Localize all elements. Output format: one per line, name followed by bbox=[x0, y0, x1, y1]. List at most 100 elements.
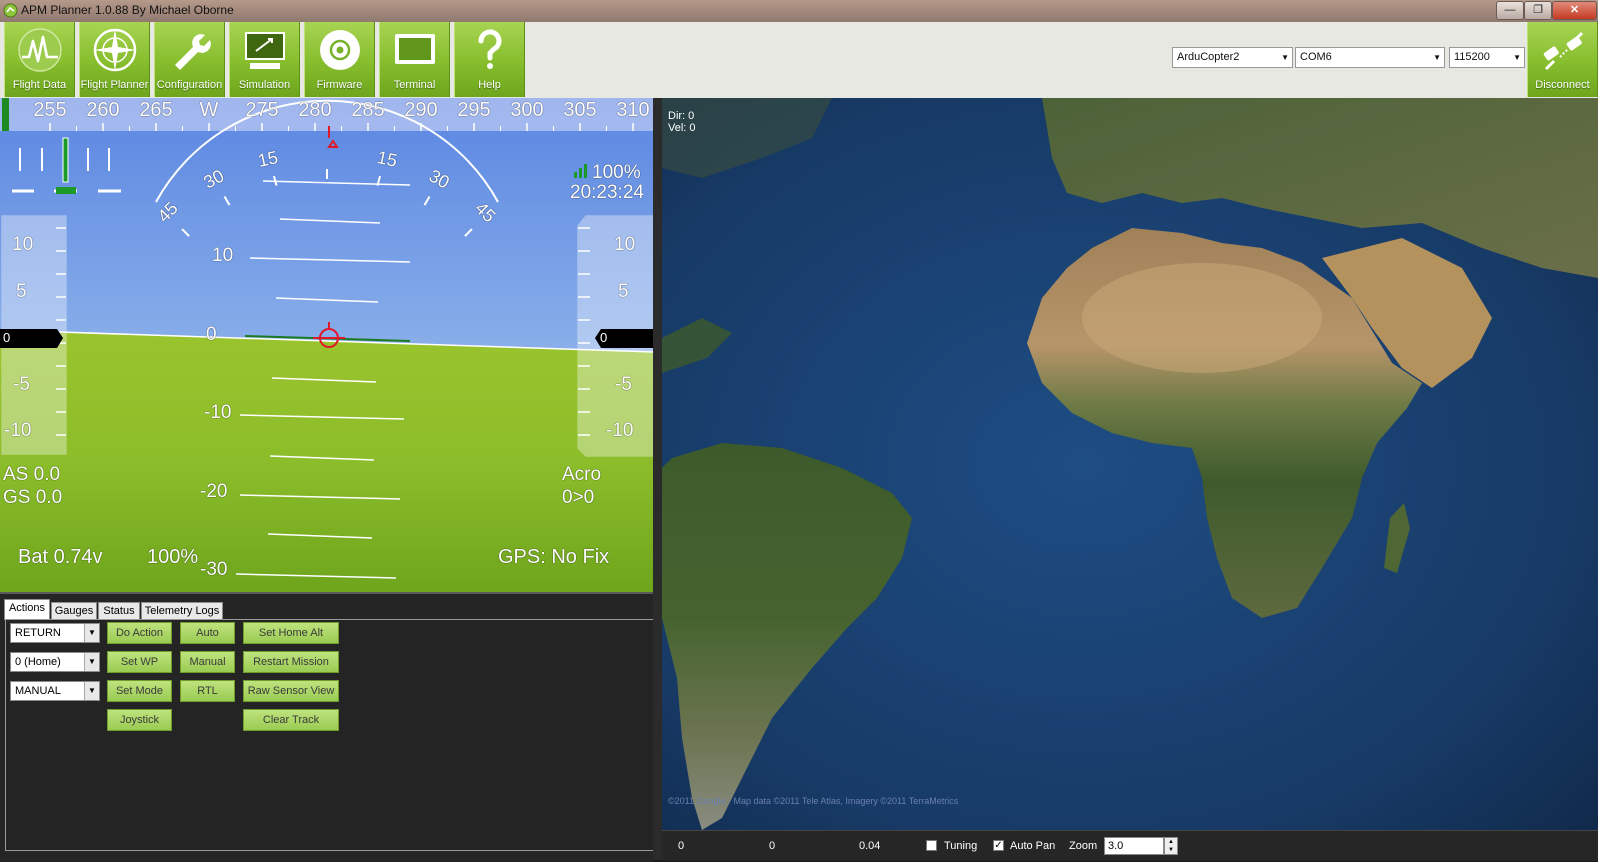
altitude-tape-label: 10 bbox=[614, 234, 636, 255]
disconnect-button[interactable]: Disconnect bbox=[1527, 22, 1598, 97]
heading-label: 255 bbox=[33, 99, 67, 121]
waveform-icon bbox=[18, 28, 62, 72]
manual-button[interactable]: Manual bbox=[180, 651, 235, 673]
set-wp-button[interactable]: Set WP bbox=[107, 651, 172, 673]
tab-actions[interactable]: Actions bbox=[4, 599, 50, 620]
configuration-button[interactable]: Configuration bbox=[154, 22, 225, 97]
com-port-select[interactable]: COM6 ▼ bbox=[1295, 47, 1445, 68]
terminal-button[interactable]: Terminal bbox=[379, 22, 450, 97]
com-port-value: COM6 bbox=[1300, 51, 1332, 63]
tab-status[interactable]: Status bbox=[98, 602, 140, 620]
auto-button[interactable]: Auto bbox=[180, 622, 235, 644]
waypoint-combo-value: 0 (Home) bbox=[15, 656, 61, 668]
flight-data-label: Flight Data bbox=[12, 79, 67, 91]
pitch-line bbox=[275, 297, 379, 303]
rtl-button[interactable]: RTL bbox=[180, 680, 235, 702]
map-status-bar: 0 0 0.04 Tuning ✓ Auto Pan Zoom ▲▼ bbox=[662, 830, 1598, 861]
mini-attitude-icon bbox=[12, 137, 121, 194]
link-quality: 100% bbox=[592, 162, 641, 183]
map-vel-readout: Vel: 0 bbox=[668, 122, 696, 134]
speed-tape-value: 0 bbox=[3, 330, 11, 345]
clear-track-button[interactable]: Clear Track bbox=[243, 709, 339, 731]
heading-label: 300 bbox=[510, 99, 544, 121]
minimize-button[interactable]: — bbox=[1496, 1, 1524, 20]
question-mark-icon bbox=[478, 29, 502, 69]
do-action-button[interactable]: Do Action bbox=[107, 622, 172, 644]
pitch-line bbox=[262, 180, 411, 186]
pitch-line bbox=[249, 257, 411, 263]
chevron-down-icon: ▼ bbox=[1281, 53, 1289, 62]
baud-rate-select[interactable]: 115200 ▼ bbox=[1449, 47, 1525, 68]
chevron-down-icon: ▼ bbox=[84, 624, 99, 642]
roll-pointer-icon bbox=[327, 139, 339, 148]
heading-label: 275 bbox=[245, 99, 279, 121]
actions-panel: Actions Gauges Status Telemetry Logs RET… bbox=[0, 592, 656, 862]
airspeed: AS 0.0 bbox=[3, 464, 61, 485]
speed-tape-label: -10 bbox=[4, 420, 32, 441]
tab-gauges[interactable]: Gauges bbox=[51, 602, 97, 620]
restart-mission-button[interactable]: Restart Mission bbox=[243, 651, 339, 673]
tab-telemetry-logs[interactable]: Telemetry Logs bbox=[141, 602, 223, 620]
map-imagery bbox=[662, 98, 1598, 830]
auto-pan-checkbox[interactable]: ✓ bbox=[993, 840, 1004, 851]
roll-tick bbox=[223, 195, 231, 206]
close-icon: ✕ bbox=[1569, 4, 1580, 16]
pane-splitter[interactable] bbox=[653, 98, 662, 860]
close-button[interactable]: ✕ bbox=[1552, 1, 1597, 20]
heading-label: W bbox=[199, 99, 219, 121]
heading-label: 310 bbox=[616, 99, 650, 121]
flight-planner-button[interactable]: Flight Planner bbox=[79, 22, 150, 97]
firmware-label: Firmware bbox=[316, 79, 363, 91]
action-combo[interactable]: RETURN ▼ bbox=[10, 623, 100, 643]
chevron-down-icon: ▼ bbox=[1433, 53, 1441, 62]
compass-icon bbox=[93, 28, 137, 72]
window-title: APM Planner 1.0.88 By Michael Oborne bbox=[21, 3, 234, 17]
spinner-up-icon: ▲ bbox=[1168, 839, 1174, 845]
joystick-button[interactable]: Joystick bbox=[107, 709, 172, 731]
chevron-down-icon: ▼ bbox=[84, 682, 99, 700]
raw-sensor-view-button[interactable]: Raw Sensor View bbox=[243, 680, 339, 702]
altitude-tape-label: -10 bbox=[606, 420, 634, 441]
heading-tape-marker bbox=[2, 98, 9, 131]
speed-tape-label: -5 bbox=[13, 374, 30, 395]
set-mode-button[interactable]: Set Mode bbox=[107, 680, 172, 702]
battery-percent: 100% bbox=[147, 546, 199, 568]
heading-label: 290 bbox=[404, 99, 438, 121]
clock: 20:23:24 bbox=[570, 182, 644, 203]
terminal-label: Terminal bbox=[393, 79, 436, 91]
simulation-button[interactable]: Simulation bbox=[229, 22, 300, 97]
zoom-label: Zoom bbox=[1069, 840, 1098, 852]
roll-tick bbox=[464, 228, 473, 237]
heading-label: 260 bbox=[86, 99, 120, 121]
altitude-tape-label: -5 bbox=[615, 374, 632, 395]
flight-data-button[interactable]: Flight Data bbox=[4, 22, 75, 97]
help-label: Help bbox=[478, 79, 501, 91]
satellite-map[interactable]: Dir: 0 Vel: 0 ©2011 Google - Map data ©2… bbox=[662, 98, 1598, 830]
pitch-line bbox=[279, 218, 381, 224]
app-logo-icon bbox=[3, 3, 18, 18]
disconnect-label: Disconnect bbox=[1535, 79, 1590, 91]
main-toolbar: Flight Data Flight Planner Configuration… bbox=[0, 22, 1598, 100]
help-button[interactable]: Help bbox=[454, 22, 525, 97]
monitor-icon bbox=[395, 34, 435, 64]
speed-tape-label: 5 bbox=[16, 281, 27, 302]
altitude-tape-value: 0 bbox=[600, 330, 608, 345]
zoom-spinner[interactable]: ▲ ▼ bbox=[1164, 837, 1178, 855]
roll-label: 15 bbox=[375, 147, 399, 171]
tuning-checkbox[interactable] bbox=[926, 840, 937, 851]
auto-pan-label: Auto Pan bbox=[1010, 840, 1056, 852]
maximize-button[interactable]: ❐ bbox=[1524, 1, 1552, 20]
pitch-label: 10 bbox=[212, 245, 234, 266]
firmware-button[interactable]: Firmware bbox=[304, 22, 375, 97]
vehicle-type-select[interactable]: ArduCopter2 ▼ bbox=[1172, 47, 1293, 68]
speed-tape-label: 10 bbox=[12, 234, 34, 255]
pitch-label: -30 bbox=[200, 559, 228, 580]
signal-strength-icon bbox=[574, 164, 587, 178]
roll-tick bbox=[423, 195, 431, 206]
heading-label: 280 bbox=[298, 99, 332, 121]
set-home-alt-button[interactable]: Set Home Alt bbox=[243, 622, 339, 644]
simulation-label: Simulation bbox=[238, 79, 291, 91]
mode-combo[interactable]: MANUAL ▼ bbox=[10, 681, 100, 701]
waypoint-combo[interactable]: 0 (Home) ▼ bbox=[10, 652, 100, 672]
zoom-input[interactable] bbox=[1104, 837, 1164, 855]
